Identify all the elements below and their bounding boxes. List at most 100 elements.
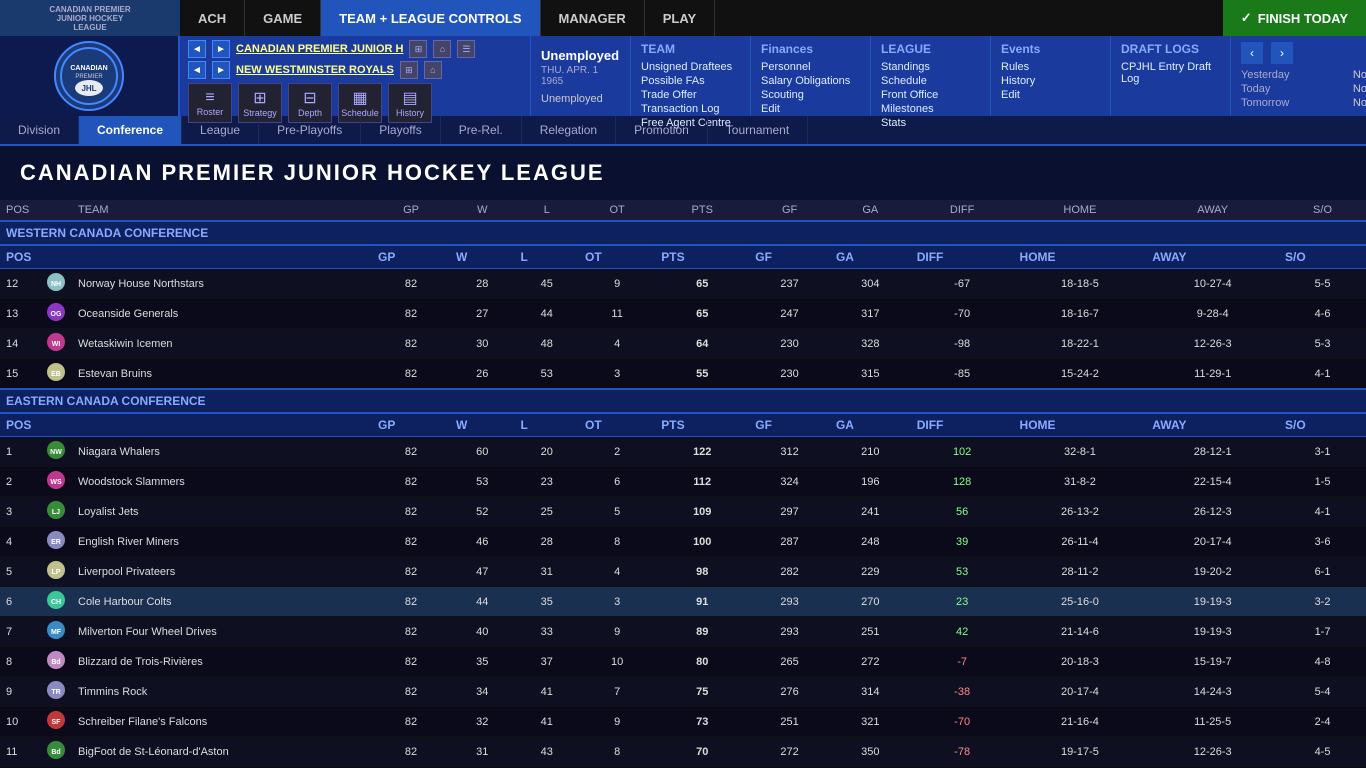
league-front-office[interactable]: Front Office (881, 88, 980, 102)
subtab-division[interactable]: Division (0, 116, 79, 144)
team-name[interactable]: BigFoot de St-Léonard-d'Aston (72, 737, 372, 767)
table-row[interactable]: 13 OG Oceanside Generals 82 27 44 11 65 … (0, 299, 1366, 329)
team-name[interactable]: Oceanside Generals (72, 299, 372, 329)
col-icon (40, 200, 72, 221)
table-row[interactable]: 3 LJ Loyalist Jets 82 52 25 5 109 297 24… (0, 497, 1366, 527)
team-unsigned-draftees[interactable]: Unsigned Draftees (641, 60, 740, 74)
team-name[interactable]: Timmins Rock (72, 677, 372, 707)
table-row[interactable]: 15 EB Estevan Bruins 82 26 53 3 55 230 3… (0, 359, 1366, 390)
tab-manager[interactable]: MANAGER (541, 0, 645, 36)
team-icon-cell: WS (40, 467, 72, 497)
team-ot: 10 (579, 647, 655, 677)
table-row[interactable]: 6 CH Cole Harbour Colts 82 44 35 3 91 29… (0, 587, 1366, 617)
team-icon-cell: LJ (40, 497, 72, 527)
events-menu: Events Rules History Edit (990, 36, 1110, 116)
team-transaction-log[interactable]: Transaction Log (641, 102, 740, 116)
finances-salary-obligations[interactable]: Salary Obligations (761, 74, 860, 88)
finances-edit[interactable]: Edit (761, 102, 860, 116)
finish-today-button[interactable]: ✓ FINISH TODAY (1223, 0, 1366, 36)
table-row[interactable]: 14 WI Wetaskiwin Icemen 82 30 48 4 64 23… (0, 329, 1366, 359)
table-row[interactable]: 10 SF Schreiber Filane's Falcons 82 32 4… (0, 707, 1366, 737)
league-standings[interactable]: Standings (881, 60, 980, 74)
subtab-tournament[interactable]: Tournament (708, 116, 808, 144)
team-diff: 128 (911, 467, 1014, 497)
team-l: 35 (515, 587, 579, 617)
events-edit[interactable]: Edit (1001, 88, 1100, 102)
subtab-conference[interactable]: Conference (79, 116, 182, 144)
team-ot: 9 (579, 269, 655, 299)
tab-ach[interactable]: ACH (180, 0, 245, 36)
team-name[interactable]: Schreiber Filane's Falcons (72, 707, 372, 737)
prev-team-btn[interactable]: ◄ (188, 40, 206, 58)
tab-team-league[interactable]: TEAM + LEAGUE CONTROLS (321, 0, 540, 36)
team-away: 19-20-2 (1146, 557, 1279, 587)
team2-icon1[interactable]: ⊞ (400, 61, 418, 79)
team-name[interactable]: Liverpool Privateers (72, 557, 372, 587)
team-name[interactable]: English River Miners (72, 527, 372, 557)
finances-personnel[interactable]: Personnel (761, 60, 860, 74)
team-name[interactable]: Cole Harbour Colts (72, 587, 372, 617)
cal-today-label: Today (1241, 83, 1270, 95)
events-rules[interactable]: Rules (1001, 60, 1100, 74)
team-name[interactable]: Estevan Bruins (72, 359, 372, 390)
team2-icon2[interactable]: ⌂ (424, 61, 442, 79)
subtab-league[interactable]: League (182, 116, 259, 144)
team-name[interactable]: Niagara Whalers (72, 437, 372, 467)
table-row[interactable]: 2 WS Woodstock Slammers 82 53 23 6 112 3… (0, 467, 1366, 497)
table-row[interactable]: 11 Bd BigFoot de St-Léonard-d'Aston 82 3… (0, 737, 1366, 767)
svg-text:LJ: LJ (52, 509, 60, 516)
team-name[interactable]: Blizzard de Trois-Rivières (72, 647, 372, 677)
team1-link[interactable]: CANADIAN PREMIER JUNIOR H (236, 43, 403, 55)
col-ot: OT (579, 200, 655, 221)
prev-team2-btn[interactable]: ◄ (188, 61, 206, 79)
table-row[interactable]: 4 ER English River Miners 82 46 28 8 100… (0, 527, 1366, 557)
subtab-pre-rel[interactable]: Pre-Rel. (441, 116, 522, 144)
table-row[interactable]: 8 Bd Blizzard de Trois-Rivières 82 35 37… (0, 647, 1366, 677)
events-history[interactable]: History (1001, 74, 1100, 88)
team-diff: -70 (911, 707, 1014, 737)
table-row[interactable]: 9 TR Timmins Rock 82 34 41 7 75 276 314 … (0, 677, 1366, 707)
next-team-btn[interactable]: ► (212, 40, 230, 58)
svg-text:OG: OG (51, 311, 62, 318)
league-schedule[interactable]: Schedule (881, 74, 980, 88)
team-pos: 3 (0, 497, 40, 527)
team1-icon3[interactable]: ☰ (457, 40, 475, 58)
tab-play[interactable]: PLAY (645, 0, 715, 36)
team-ga: 210 (830, 437, 911, 467)
team1-icon1[interactable]: ⊞ (409, 40, 427, 58)
subtab-playoffs[interactable]: Playoffs (361, 116, 440, 144)
tab-game[interactable]: GAME (245, 0, 321, 36)
team-name[interactable]: Milverton Four Wheel Drives (72, 617, 372, 647)
team-so: 6-1 (1279, 557, 1366, 587)
next-team2-btn[interactable]: ► (212, 61, 230, 79)
team-name[interactable]: Loyalist Jets (72, 497, 372, 527)
cal-prev-btn[interactable]: ‹ (1241, 42, 1263, 64)
team-w: 34 (450, 677, 514, 707)
table-row[interactable]: 7 MF Milverton Four Wheel Drives 82 40 3… (0, 617, 1366, 647)
table-row[interactable]: 12 NH Norway House Northstars 82 28 45 9… (0, 269, 1366, 299)
team1-icon2[interactable]: ⌂ (433, 40, 451, 58)
league-milestones[interactable]: Milestones (881, 102, 980, 116)
team-pts: 100 (655, 527, 749, 557)
league-stats[interactable]: Stats (881, 116, 980, 130)
team2-link[interactable]: NEW WESTMINSTER ROYALS (236, 64, 394, 76)
team-w: 30 (450, 329, 514, 359)
team-l: 28 (515, 527, 579, 557)
finances-scouting[interactable]: Scouting (761, 88, 860, 102)
cal-next-btn[interactable]: › (1271, 42, 1293, 64)
team-icon-cell: Bd (40, 647, 72, 677)
table-row[interactable]: 1 NW Niagara Whalers 82 60 20 2 122 312 … (0, 437, 1366, 467)
team-trade-offer[interactable]: Trade Offer (641, 88, 740, 102)
team-ot: 7 (579, 677, 655, 707)
draft-log-cpjhl[interactable]: CPJHL Entry Draft Log (1121, 60, 1220, 86)
team-name[interactable]: Wetaskiwin Icemen (72, 329, 372, 359)
team-gf: 230 (749, 329, 830, 359)
team-pos: 8 (0, 647, 40, 677)
team-name[interactable]: Woodstock Slammers (72, 467, 372, 497)
subtab-pre-playoffs[interactable]: Pre-Playoffs (259, 116, 361, 144)
team-name[interactable]: Norway House Northstars (72, 269, 372, 299)
table-row[interactable]: 5 LP Liverpool Privateers 82 47 31 4 98 … (0, 557, 1366, 587)
subtab-relegation[interactable]: Relegation (522, 116, 616, 144)
subtab-promotion[interactable]: Promotion (616, 116, 708, 144)
team-possible-fas[interactable]: Possible FAs (641, 74, 740, 88)
